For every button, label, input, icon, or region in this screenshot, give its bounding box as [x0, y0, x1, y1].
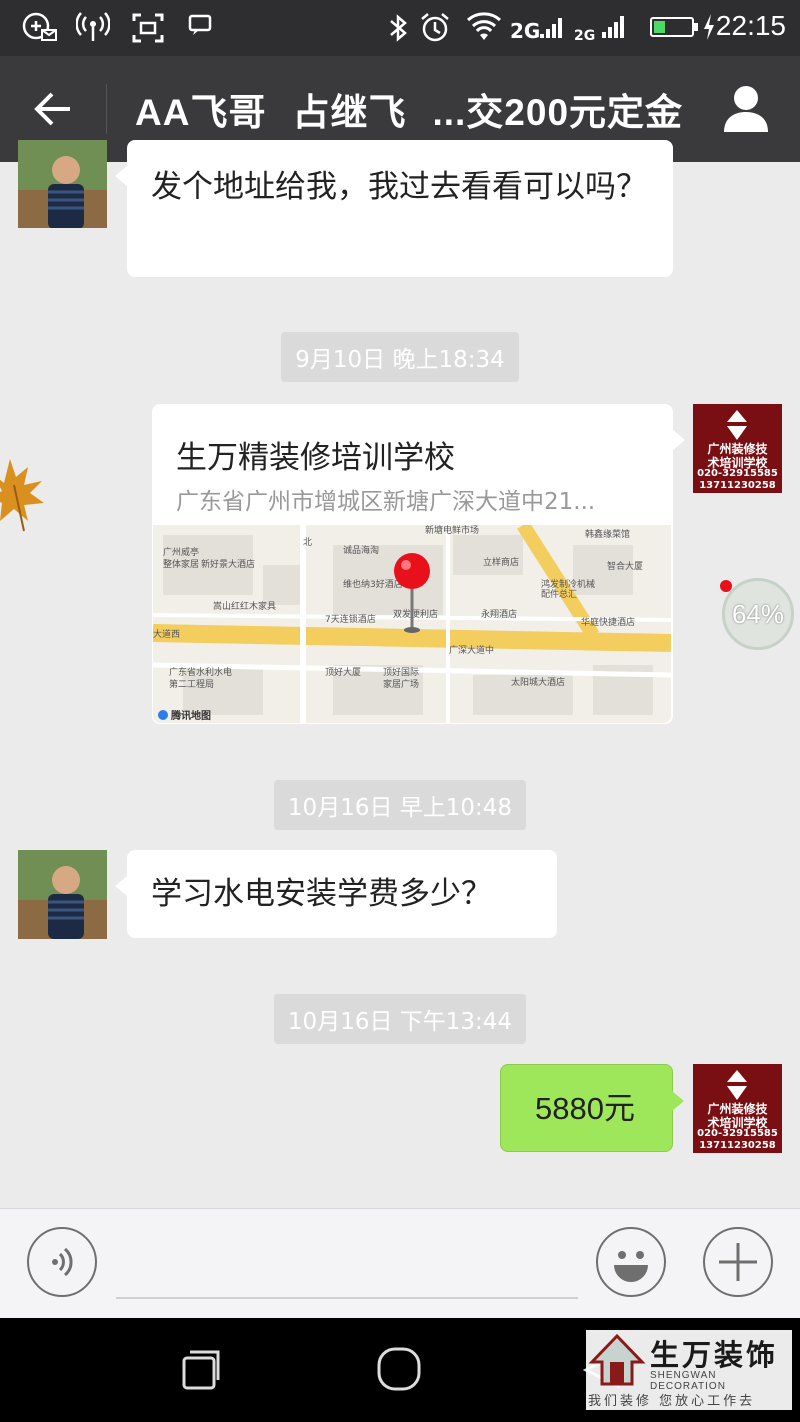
- timestamp: 10月16日 早上10:48: [0, 780, 800, 830]
- map-brand: 腾讯地图: [170, 709, 211, 722]
- logo-phone2: 13711230258: [699, 1140, 776, 1151]
- chat-title-part: 占继飞: [292, 92, 407, 133]
- location-title: 生万精装修培训学校: [176, 440, 455, 476]
- brand-english: SHENGWAN DECORATION: [650, 1370, 726, 1392]
- message-input[interactable]: [116, 1297, 578, 1299]
- map-label: 立样商店: [483, 556, 519, 568]
- home-circle-icon[interactable]: [376, 1346, 422, 1396]
- location-map[interactable]: 北 诚品海淘 新塘电鲜市场 立样商店 广州威亭 整体家居 新好景大酒店 维也纳3…: [153, 525, 671, 723]
- svg-text:2G: 2G: [574, 28, 595, 44]
- message-bubble-incoming[interactable]: 发个地址给我，我过去看看可以吗？: [115, 140, 673, 277]
- battery-icon: [650, 17, 698, 37]
- map-label: 家居广场: [383, 678, 419, 690]
- bluetooth-icon: [386, 12, 410, 52]
- header-divider: [106, 84, 107, 134]
- chat-title-part: AA飞哥: [135, 92, 267, 133]
- charging-icon: [702, 12, 716, 50]
- my-avatar[interactable]: 广州装修技 术培训学校 020-32915585 13711230258: [693, 1064, 782, 1153]
- progress-label: 64%: [731, 599, 785, 629]
- plus-icon[interactable]: [703, 1227, 773, 1297]
- map-label: 鸿发制冷机械: [541, 578, 595, 590]
- timestamp-label: 9月10日 晚上18:34: [281, 332, 519, 382]
- map-label: 顶好国际: [383, 666, 419, 678]
- map-label: 维也纳3好酒店: [343, 578, 403, 590]
- logo-phone1: 020-32915585: [697, 1128, 778, 1139]
- voice-icon[interactable]: [27, 1227, 97, 1297]
- map-label: 第二工程局: [169, 678, 214, 690]
- screenshot-icon: [132, 12, 164, 52]
- map-label: 配件总汇: [541, 588, 577, 600]
- back-arrow-icon[interactable]: [30, 86, 76, 132]
- hotspot-icon: [75, 12, 111, 52]
- brand-logo-icon: [588, 1332, 646, 1392]
- timestamp: 10月16日 下午13:44: [0, 994, 800, 1044]
- upload-progress: 64%: [722, 578, 794, 650]
- map-label: 嵩山红红木家具: [213, 600, 276, 612]
- location-message[interactable]: 生万精装修培训学校 广东省广州市增城区新塘广深大道中21... 北 诚品海淘 新…: [152, 404, 685, 724]
- brand-watermark: 生万装饰 SHENGWAN DECORATION 我们装修 您放心工作去: [586, 1330, 792, 1410]
- map-label: 广州威亭: [163, 546, 199, 558]
- map-label: 诚品海淘: [343, 544, 379, 556]
- brand-title: 生万装饰: [650, 1338, 779, 1372]
- timestamp-label: 10月16日 下午13:44: [273, 994, 527, 1044]
- map-label: 大道西: [153, 628, 180, 640]
- alarm-icon: [418, 12, 452, 52]
- map-label: 智合大厦: [607, 560, 643, 572]
- recents-square-icon[interactable]: [180, 1348, 224, 1396]
- map-label: 双发便利店: [393, 608, 438, 620]
- message-text: 5880元: [535, 1091, 635, 1126]
- input-bar: [0, 1208, 800, 1319]
- map-label: 7天连锁酒店: [325, 613, 376, 625]
- emoji-icon[interactable]: [596, 1227, 666, 1297]
- map-label: 新塘电鲜市场: [425, 525, 479, 536]
- timestamp: 9月10日 晚上18:34: [0, 332, 800, 382]
- map-label: 广深大道中: [449, 644, 494, 656]
- svg-text:2G: 2G: [510, 19, 540, 43]
- status-bar: 2G 2G 22:15: [0, 0, 800, 56]
- maple-leaf-sticker: [0, 455, 56, 539]
- chat-title-part: ...交200元定金: [432, 92, 684, 133]
- logo-phone2: 13711230258: [699, 480, 776, 491]
- map-label: 永翔酒店: [481, 608, 517, 620]
- map-label: 顶好大厦: [325, 666, 361, 678]
- map-label: 北: [303, 537, 312, 548]
- contact-avatar[interactable]: [18, 850, 107, 939]
- message-bubble-incoming[interactable]: 学习水电安装学费多少？: [115, 850, 557, 938]
- message-text: 发个地址给我，我过去看看可以吗？: [151, 169, 647, 205]
- chat-title: AA飞哥 占继飞 ...交200元定金: [135, 82, 709, 136]
- logo-phone1: 020-32915585: [697, 468, 778, 479]
- location-address: 广东省广州市增城区新塘广深大道中21...: [176, 489, 596, 515]
- map-label: 华庭快捷酒店: [581, 616, 635, 628]
- map-label: 新好景大酒店: [201, 558, 255, 570]
- timestamp-label: 10月16日 早上10:48: [273, 780, 527, 830]
- message-text: 学习水电安装学费多少？: [151, 876, 492, 912]
- notification-icon: [22, 12, 58, 52]
- person-icon[interactable]: [722, 84, 770, 134]
- wifi-icon: [466, 12, 502, 52]
- my-avatar[interactable]: 广州装修技 术培训学校 020-32915585 13711230258: [693, 404, 782, 493]
- map-label: 广东省水利水电: [169, 666, 232, 678]
- message-bubble-outgoing[interactable]: 5880元: [500, 1064, 684, 1152]
- map-label: 韩鑫缘菜馆: [585, 528, 630, 540]
- map-label: 太阳城大酒店: [511, 676, 565, 688]
- message-icon: [188, 12, 214, 48]
- clock: 22:15: [715, 10, 786, 41]
- contact-avatar[interactable]: [18, 140, 107, 228]
- map-label: 整体家居: [163, 558, 199, 570]
- brand-slogan: 我们装修 您放心工作去: [588, 1394, 756, 1409]
- signal-icon: 2G 2G: [510, 12, 630, 52]
